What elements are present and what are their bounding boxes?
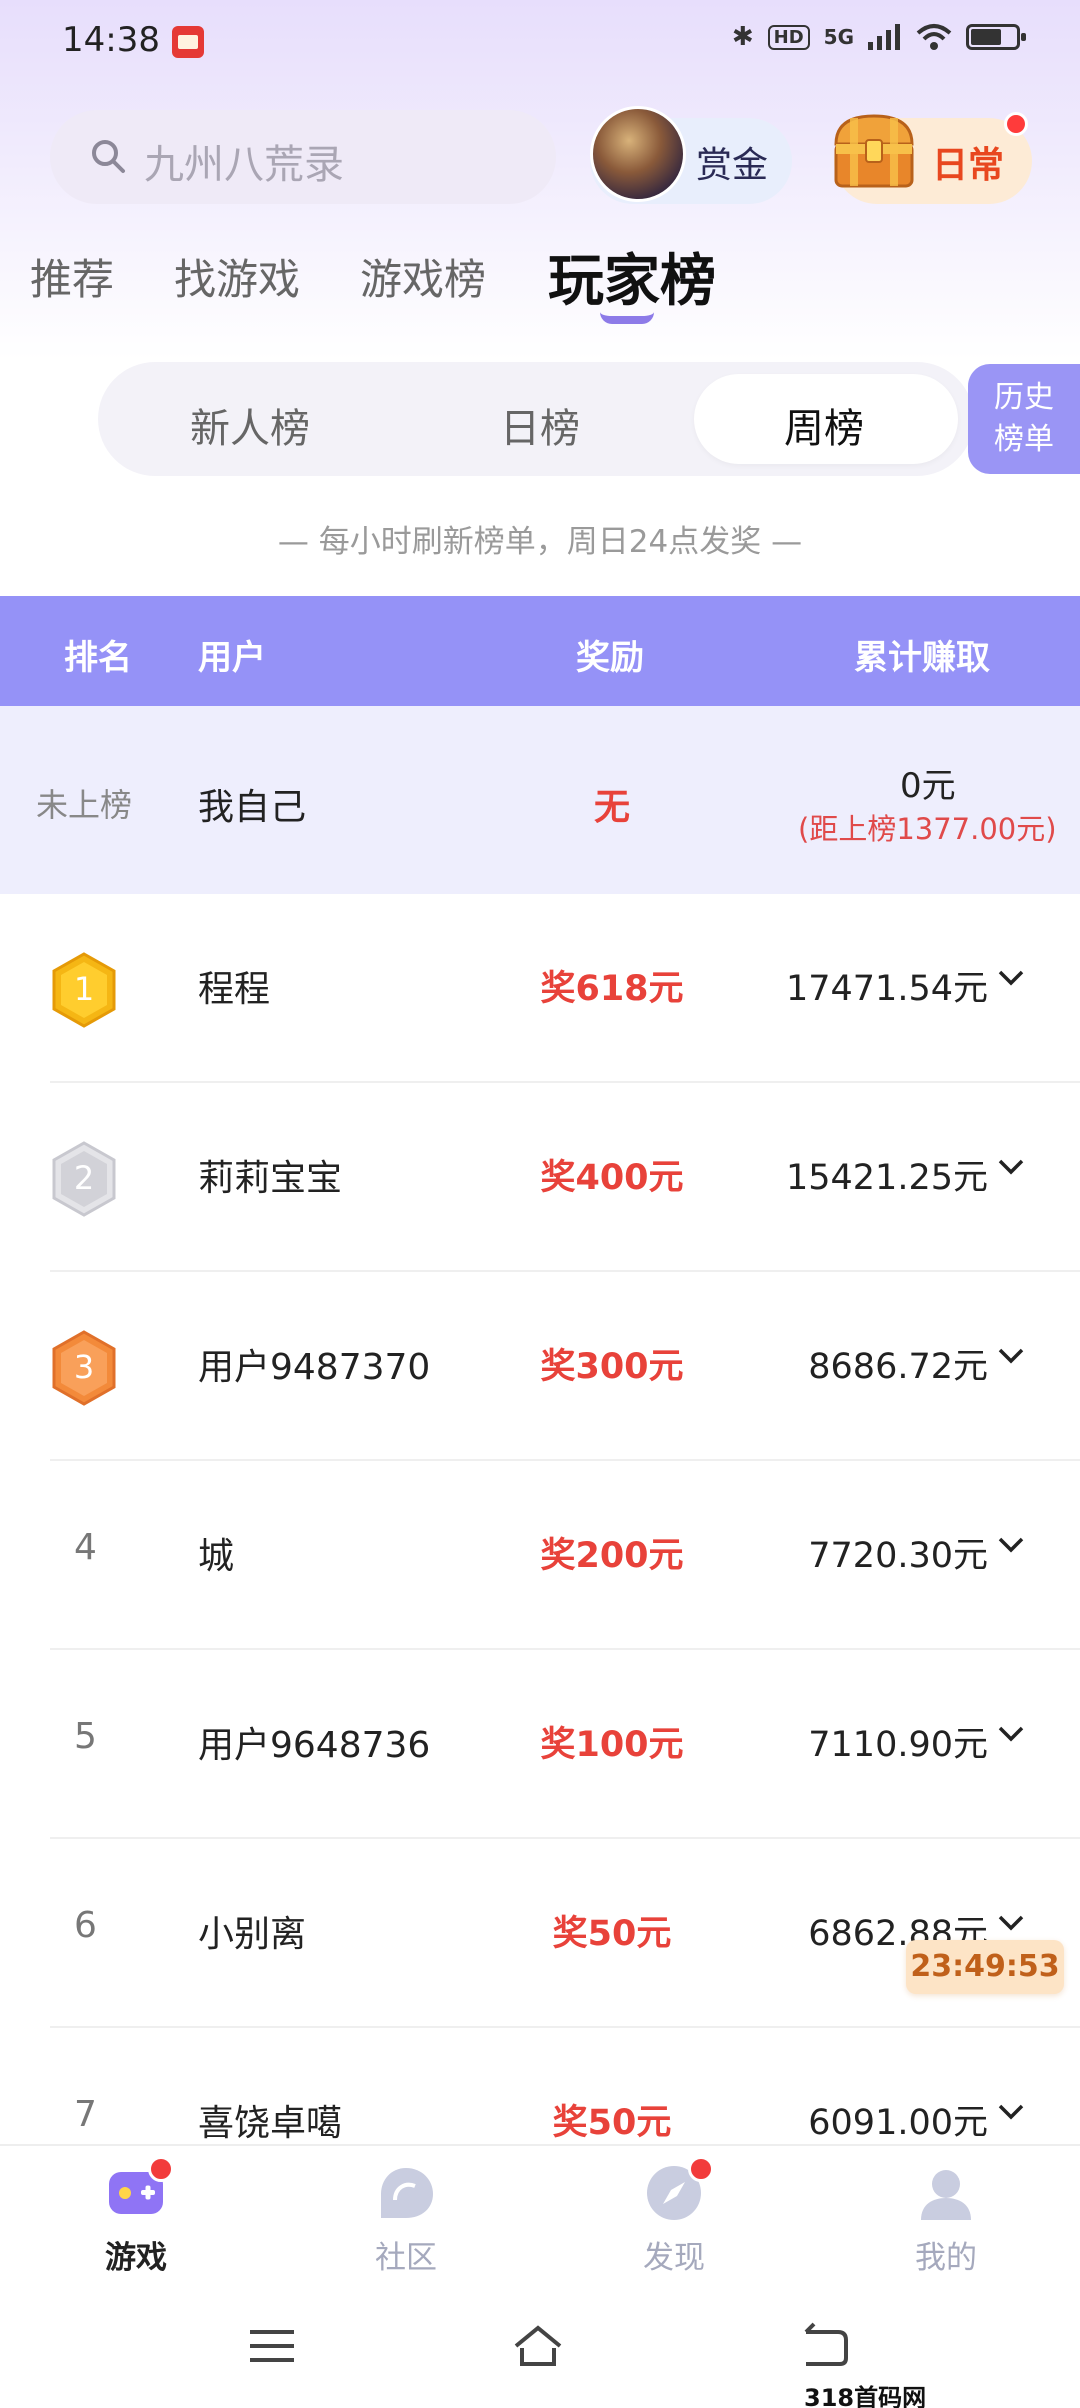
profile-icon [921, 2170, 971, 2220]
rank-number: 1 [73, 970, 95, 1008]
menu-icon[interactable] [244, 2318, 300, 2374]
table-row[interactable]: 5 用户9648736 奖100元 7110.90元 [0, 1650, 1080, 1839]
earned-amount: 17471.54元 [785, 969, 988, 1009]
self-gap-to-rank: (距上榜1377.00元) [798, 812, 1057, 846]
earned-amount: 6091.00元 [808, 2103, 988, 2143]
history-line2: 榜单 [994, 422, 1054, 457]
nav-profile-label: 我的 [915, 2240, 977, 2276]
reward-amount: 奖400元 [540, 1158, 684, 1198]
nav-discover[interactable]: 发现 [604, 2162, 744, 2277]
nav-community-label: 社区 [375, 2240, 437, 2276]
earned-amount: 7110.90元 [808, 1725, 988, 1765]
notification-app-icon [172, 26, 204, 58]
bluetooth-icon: ✱ [731, 22, 754, 52]
reward-amount: 奖50元 [552, 2103, 672, 2143]
search-icon [92, 140, 125, 173]
rank-number: 5 [74, 1716, 97, 1757]
hd-icon: HD [767, 24, 810, 50]
nav-discover-notification-dot [688, 2156, 714, 2182]
user-name: 用户9648736 [198, 1725, 431, 1766]
reward-amount: 奖100元 [540, 1725, 684, 1765]
bounty-avatar[interactable] [590, 106, 686, 202]
nav-discover-label: 发现 [643, 2240, 705, 2276]
header-rank: 排名 [64, 638, 132, 678]
wifi-icon [916, 24, 952, 50]
history-line1: 历史 [994, 380, 1054, 415]
segment-weekly[interactable]: 周榜 [784, 396, 864, 454]
status-icons: ✱ HD 5G [731, 22, 1026, 52]
tab-find-games[interactable]: 找游戏 [174, 246, 300, 307]
user-name: 喜饶卓噶 [198, 2103, 343, 2144]
self-name: 我自己 [198, 787, 307, 828]
table-row[interactable]: 4 城 奖200元 7720.30元 [0, 1461, 1080, 1650]
rank-number: 3 [73, 1348, 95, 1386]
chevron-down-icon[interactable] [996, 1344, 1026, 1368]
reward-amount: 奖200元 [540, 1536, 684, 1576]
table-row[interactable]: 6 小别离 奖50元 6862.88元 [0, 1839, 1080, 2028]
status-bar: 14:38 ✱ HD 5G [0, 0, 1080, 84]
segment-newcomer[interactable]: 新人榜 [190, 396, 310, 454]
chevron-down-icon[interactable] [996, 1533, 1026, 1557]
refresh-notice: — 每小时刷新榜单，周日24点发奖 — [277, 524, 803, 560]
back-icon[interactable] [796, 2318, 852, 2374]
community-icon [381, 2168, 433, 2218]
search-placeholder: 九州八荒录 [144, 142, 344, 188]
header-user: 用户 [198, 638, 266, 678]
nav-community[interactable]: 社区 [336, 2162, 476, 2277]
countdown-timer-badge[interactable]: 23:49:53 [906, 1940, 1064, 1994]
segment-daily[interactable]: 日榜 [500, 396, 580, 454]
rank-number: 7 [74, 2094, 97, 2135]
earned-amount: 8686.72元 [808, 1347, 988, 1387]
header-earned: 累计赚取 [854, 638, 990, 678]
tab-player-rank[interactable]: 玩家榜 [548, 236, 716, 317]
rank-number: 4 [74, 1527, 97, 1568]
signal-5g-icon: 5G [823, 25, 854, 49]
reward-amount: 奖300元 [540, 1347, 684, 1387]
treasure-chest-icon[interactable] [826, 104, 922, 196]
nav-games-notification-dot [148, 2156, 174, 2182]
table-row[interactable]: 2 莉莉宝宝 奖400元 15421.25元 [0, 1083, 1080, 1272]
bounty-label[interactable]: 赏金 [696, 136, 768, 188]
watermark-text: 318首码网 www.e318.com [804, 2384, 927, 2408]
chevron-down-icon[interactable] [996, 2100, 1026, 2124]
header-reward: 奖励 [576, 638, 644, 678]
reward-amount: 奖50元 [552, 1914, 672, 1954]
tab-recommend[interactable]: 推荐 [30, 246, 114, 307]
rank-number: 6 [74, 1905, 97, 1946]
nav-games-label: 游戏 [105, 2240, 167, 2276]
table-row[interactable]: 3 用户9487370 奖300元 8686.72元 [0, 1272, 1080, 1461]
self-earned: 0元 [900, 766, 956, 806]
battery-icon [966, 24, 1026, 50]
chevron-down-icon[interactable] [996, 966, 1026, 990]
signal-bars-icon [868, 24, 900, 50]
chevron-down-icon[interactable] [996, 1155, 1026, 1179]
search-input[interactable]: 九州八荒录 [50, 110, 556, 204]
tab-game-rank[interactable]: 游戏榜 [360, 246, 486, 307]
user-name: 莉莉宝宝 [198, 1158, 343, 1199]
daily-label[interactable]: 日常 [932, 136, 1004, 188]
history-rank-button[interactable]: 历史 榜单 [968, 364, 1080, 474]
status-time: 14:38 [62, 20, 160, 60]
chevron-down-icon[interactable] [996, 1911, 1026, 1935]
user-name: 城 [198, 1536, 235, 1577]
rank-number: 2 [73, 1159, 95, 1197]
earned-amount: 7720.30元 [808, 1536, 988, 1576]
daily-notification-dot [1004, 112, 1028, 136]
chevron-down-icon[interactable] [996, 1722, 1026, 1746]
home-icon[interactable] [510, 2318, 566, 2374]
earned-amount: 15421.25元 [785, 1158, 988, 1198]
self-rank: 未上榜 [36, 786, 133, 824]
self-reward: 无 [594, 787, 631, 828]
table-row[interactable]: 1 程程 奖618元 17471.54元 [0, 894, 1080, 1083]
active-tab-indicator [600, 312, 654, 324]
user-name: 程程 [198, 969, 271, 1010]
nav-games[interactable]: 游戏 [66, 2162, 206, 2277]
nav-profile[interactable]: 我的 [876, 2162, 1016, 2277]
user-name: 小别离 [198, 1914, 307, 1955]
reward-amount: 奖618元 [540, 969, 684, 1009]
user-name: 用户9487370 [198, 1347, 431, 1388]
